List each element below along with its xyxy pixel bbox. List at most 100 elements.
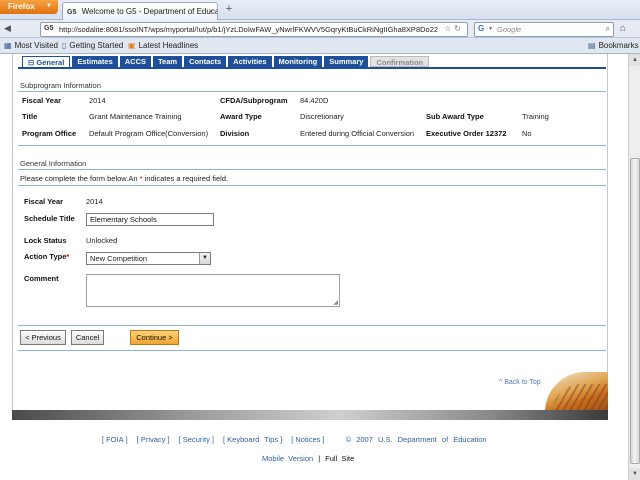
browser-titlebar: Firefox ▼ G5 Welcome to G5 - Department … — [0, 0, 640, 20]
scroll-up-arrow-icon[interactable]: ▲ — [629, 54, 640, 66]
footer-link-foia[interactable]: FOIA — [106, 435, 124, 444]
previous-button[interactable]: < Previous — [20, 330, 66, 345]
schedule-title-input[interactable] — [86, 213, 214, 226]
tab-team[interactable]: Team — [153, 56, 183, 67]
action-type-label: Action Type* — [24, 252, 69, 261]
bookmarks-menu[interactable]: ▤ Bookmarks — [588, 41, 639, 50]
comment-textarea[interactable]: ◢ — [86, 274, 340, 307]
footer-link-privacy[interactable]: Privacy — [141, 435, 166, 444]
action-type-selected: New Competition — [90, 254, 148, 263]
url-bar-tools[interactable]: ☆↻ — [441, 24, 464, 33]
search-icon[interactable]: ⌕ — [606, 24, 610, 34]
tab-estimates[interactable]: Estimates — [72, 56, 118, 67]
division-value: Entered during Official Conversion — [300, 129, 415, 138]
divider — [18, 169, 606, 170]
browser-tab[interactable]: G5 Welcome to G5 - Department of Educati… — [62, 2, 218, 20]
footer-site-switch: Mobile Version | Full Site — [262, 454, 354, 463]
fiscal-year-label: Fiscal Year — [22, 96, 62, 105]
resize-grip-icon[interactable]: ◢ — [333, 299, 338, 306]
lock-status-label: Lock Status — [24, 236, 67, 245]
form-fiscal-year-label: Fiscal Year — [24, 197, 64, 206]
division-label: Division — [220, 129, 250, 138]
url-bar[interactable]: G5 http://sodalite:8081/ssoINT/wps/mypor… — [40, 22, 468, 37]
tab-general[interactable]: ⊟ General — [22, 56, 71, 67]
browser-navbar: ◀ G5 http://sodalite:8081/ssoINT/wps/myp… — [0, 20, 640, 38]
award-type-value: Discretionary — [300, 112, 344, 121]
home-icon[interactable]: ⌂ — [620, 23, 626, 34]
close-icon[interactable]: × — [208, 7, 213, 16]
tab-confirmation: Confirmation — [370, 56, 430, 67]
program-office-label: Program Office — [22, 129, 77, 138]
chevron-down-icon: ▼ — [46, 3, 52, 9]
search-bar[interactable]: G ▼ Google ⌕ — [474, 22, 614, 37]
reload-icon[interactable]: ↻ — [454, 24, 464, 33]
new-tab-button[interactable]: + — [222, 3, 236, 17]
cancel-button[interactable]: Cancel — [71, 330, 104, 345]
tab-accs[interactable]: ACCS — [119, 56, 152, 67]
page-scrollbar[interactable]: ▲ ▼ — [628, 54, 640, 480]
instructions-text: Please complete the form below.An — [20, 174, 140, 183]
divider — [18, 350, 606, 351]
bookmark-label: Bookmarks — [598, 41, 639, 50]
continue-button[interactable]: Continue > — [130, 330, 179, 345]
url-text: http://sodalite:8081/ssoINT/wps/myportal… — [59, 25, 439, 34]
bookmark-folder-icon: ▤ — [588, 41, 596, 50]
instructions-text: indicates a required field. — [142, 174, 229, 183]
action-type-select[interactable]: New Competition ▼ — [86, 252, 211, 265]
tab-summary[interactable]: Summary — [324, 56, 369, 67]
tab-contacts[interactable]: Contacts — [184, 56, 227, 67]
firefox-menu-label: Firefox — [8, 2, 35, 11]
firefox-menu-button[interactable]: Firefox ▼ — [0, 0, 58, 14]
footer-link-keyboard-tips[interactable]: Keyboard Tips — [227, 435, 278, 444]
divider — [18, 91, 606, 92]
site-identity-icon[interactable]: G5 — [44, 25, 53, 32]
footer-link-notices[interactable]: Notices — [295, 435, 320, 444]
scrollbar-thumb[interactable] — [630, 158, 640, 464]
cfda-label: CFDA/Subprogram — [220, 96, 288, 105]
form-instructions: Please complete the form below.An * indi… — [20, 174, 228, 183]
bookmark-folder-icon: ▦ — [4, 41, 12, 50]
divider — [18, 185, 606, 186]
comment-label: Comment — [24, 274, 59, 283]
footer-banner — [12, 410, 608, 420]
scroll-down-arrow-icon[interactable]: ▼ — [629, 468, 640, 480]
chevron-down-icon[interactable]: ▼ — [488, 26, 493, 32]
google-icon[interactable]: G — [478, 24, 484, 33]
bookmark-getting-started[interactable]: ▯ Getting Started — [62, 41, 123, 50]
title-value: Grant Maintenance Training — [89, 112, 182, 121]
lock-status-value: Unlocked — [86, 236, 118, 245]
bookmark-label: Getting Started — [69, 41, 124, 50]
award-type-label: Award Type — [220, 112, 262, 121]
bookmark-label: Most Visited — [14, 41, 58, 50]
fiscal-year-value: 2014 — [89, 96, 106, 105]
footer-link-security[interactable]: Security — [183, 435, 210, 444]
back-arrow-icon[interactable]: ◀ — [4, 23, 11, 34]
star-icon[interactable]: ☆ — [444, 24, 454, 33]
schedule-title-label: Schedule Title — [24, 214, 75, 223]
g5-favicon-icon: G5 — [67, 9, 77, 16]
tab-monitoring[interactable]: Monitoring — [273, 56, 323, 67]
page-viewport: ⊟ General Estimates ACCS Team Contacts A… — [0, 54, 628, 480]
bookmark-most-visited[interactable]: ▦ Most Visited — [4, 41, 58, 50]
bookmark-latest-headlines[interactable]: ▣ Latest Headlines — [128, 41, 198, 50]
copyright: © 2007 U.S. Department of Education — [345, 435, 487, 444]
tab-activities[interactable]: Activities — [228, 56, 272, 67]
tab-rule — [18, 67, 606, 69]
divider — [18, 145, 606, 146]
general-info-heading: General Information — [20, 159, 87, 168]
mobile-version-link[interactable]: Mobile Version — [262, 454, 313, 463]
search-placeholder: Google — [497, 25, 522, 34]
footer-links: [FOIA] [Privacy] [Security] [Keyboard Ti… — [102, 435, 487, 444]
bookmark-label: Latest Headlines — [138, 41, 199, 50]
back-to-top-link[interactable]: ^ Back to Top — [499, 379, 541, 386]
tab-label: General — [36, 58, 65, 67]
required-star: * — [66, 252, 70, 261]
chevron-down-icon[interactable]: ▼ — [199, 253, 210, 264]
divider — [18, 325, 606, 326]
rss-icon: ▣ — [128, 41, 136, 50]
sub-award-type-value: Training — [522, 112, 549, 121]
program-office-value: Default Program Office(Conversion) — [89, 129, 209, 138]
title-label: Title — [22, 112, 38, 121]
separator: | — [318, 454, 321, 463]
browser-tab-title: Welcome to G5 - Department of Educati... — [81, 7, 218, 16]
